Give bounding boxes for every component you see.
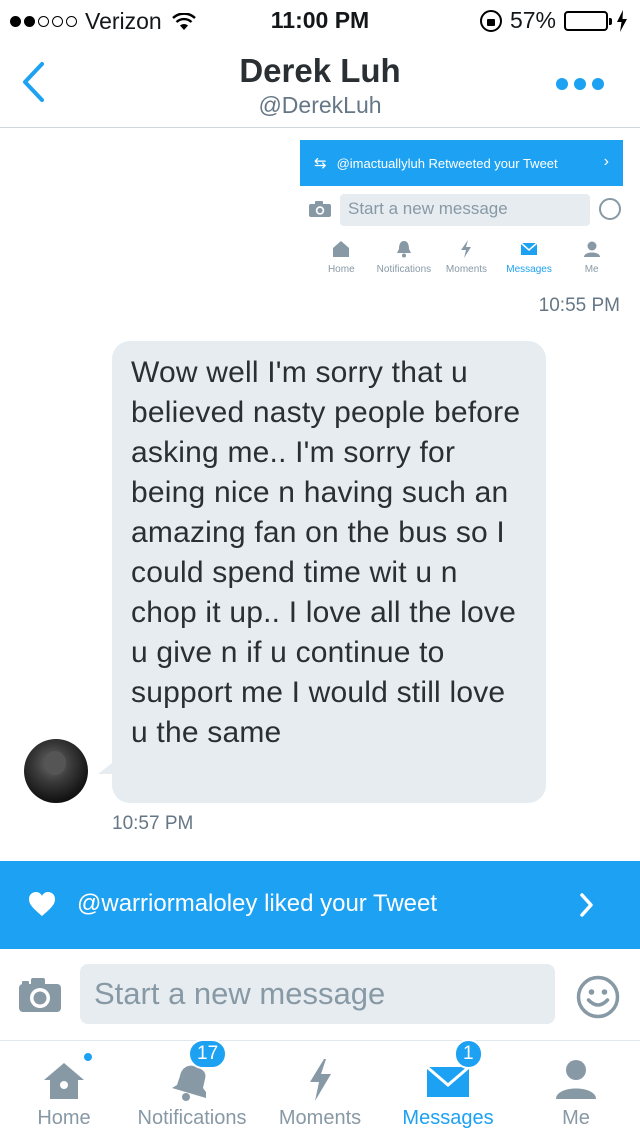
tab-messages-label: Messages xyxy=(402,1107,494,1129)
messages-badge: 1 xyxy=(454,1039,483,1069)
heart-icon xyxy=(29,892,55,916)
image-tab-messages: Messages xyxy=(499,240,559,284)
tab-bar: Home 17 Notifications Moments 1 Messages… xyxy=(0,1039,640,1136)
message-timestamp: 10:57 PM xyxy=(112,813,194,834)
battery-icon xyxy=(564,10,612,31)
image-retweet-banner: ⇆ @imactuallyluh Retweeted your Tweet › xyxy=(300,140,623,186)
charging-bolt-icon xyxy=(617,9,627,32)
image-chevron-right-icon: › xyxy=(603,153,609,170)
tab-notifications[interactable]: 17 Notifications xyxy=(128,1039,256,1136)
tab-moments[interactable]: Moments xyxy=(272,1041,368,1136)
battery-percent: 57% xyxy=(509,7,556,33)
smiley-icon[interactable] xyxy=(576,975,620,1019)
image-tab-label: Me xyxy=(584,264,599,275)
notification-banner[interactable]: @warriormaloley liked your Tweet xyxy=(0,861,640,949)
tab-moments-label: Moments xyxy=(278,1107,362,1129)
image-person-icon xyxy=(583,241,600,257)
avatar[interactable] xyxy=(24,739,88,803)
person-icon xyxy=(552,1055,600,1103)
image-bell-icon xyxy=(396,241,411,258)
message-input[interactable] xyxy=(80,964,555,1024)
status-bar: Verizon 11:00 PM 57% xyxy=(0,0,640,40)
image-tab-label: Notifications xyxy=(376,264,432,275)
image-timestamp: 10:55 PM xyxy=(538,295,620,316)
image-tab-label: Messages xyxy=(506,264,552,275)
tab-me[interactable]: Me xyxy=(546,1041,606,1136)
image-tab-notifications: Notifications xyxy=(374,240,434,284)
tab-me-label: Me xyxy=(562,1107,590,1129)
image-tab-label: Home xyxy=(327,264,355,275)
notification-text: @warriormaloley liked your Tweet xyxy=(77,890,438,917)
image-tab-moments: Moments xyxy=(436,240,496,284)
bell-icon: 17 xyxy=(168,1039,228,1103)
image-bolt-icon xyxy=(461,240,472,258)
message-bubble: Wow well I'm sorry that u believed nasty… xyxy=(112,341,546,803)
camera-icon[interactable] xyxy=(18,977,62,1013)
more-dots-icon[interactable] xyxy=(556,78,604,90)
image-tabbar: Home Notifications Moments Messages Me xyxy=(300,240,623,284)
image-tab-home: Home xyxy=(311,240,371,284)
image-camera-icon xyxy=(309,201,331,217)
image-compose-bar: Start a new message xyxy=(300,192,623,228)
image-envelope-icon xyxy=(520,242,538,255)
notifications-badge: 17 xyxy=(188,1039,228,1069)
lightning-icon xyxy=(296,1055,344,1103)
home-unread-dot xyxy=(82,1051,94,1063)
image-tab-me: Me xyxy=(562,240,622,284)
tab-messages[interactable]: 1 Messages xyxy=(396,1039,500,1136)
attached-image[interactable]: ⇆ @imactuallyluh Retweeted your Tweet › … xyxy=(300,140,623,290)
contact-name: Derek Luh xyxy=(239,52,401,89)
home-icon xyxy=(40,1051,94,1103)
image-compose-input: Start a new message xyxy=(340,194,590,226)
retweet-icon: ⇆ xyxy=(314,155,327,172)
tab-notifications-label: Notifications xyxy=(137,1107,247,1129)
chevron-right-icon xyxy=(580,893,593,917)
contact-handle: @DerekLuh xyxy=(258,92,382,118)
compose-bar xyxy=(0,955,640,1035)
envelope-icon: 1 xyxy=(424,1039,483,1103)
tab-home-label: Home xyxy=(37,1107,91,1129)
image-retweet-text: @imactuallyluh Retweeted your Tweet xyxy=(336,155,558,171)
rotation-lock-icon xyxy=(479,9,502,32)
image-smiley-icon xyxy=(599,198,621,220)
tab-home[interactable]: Home xyxy=(30,1041,98,1136)
conversation-header: Derek Luh @DerekLuh xyxy=(0,40,640,128)
status-right: 57% xyxy=(479,7,628,34)
image-home-icon xyxy=(333,241,350,257)
image-tab-label: Moments xyxy=(445,264,488,275)
